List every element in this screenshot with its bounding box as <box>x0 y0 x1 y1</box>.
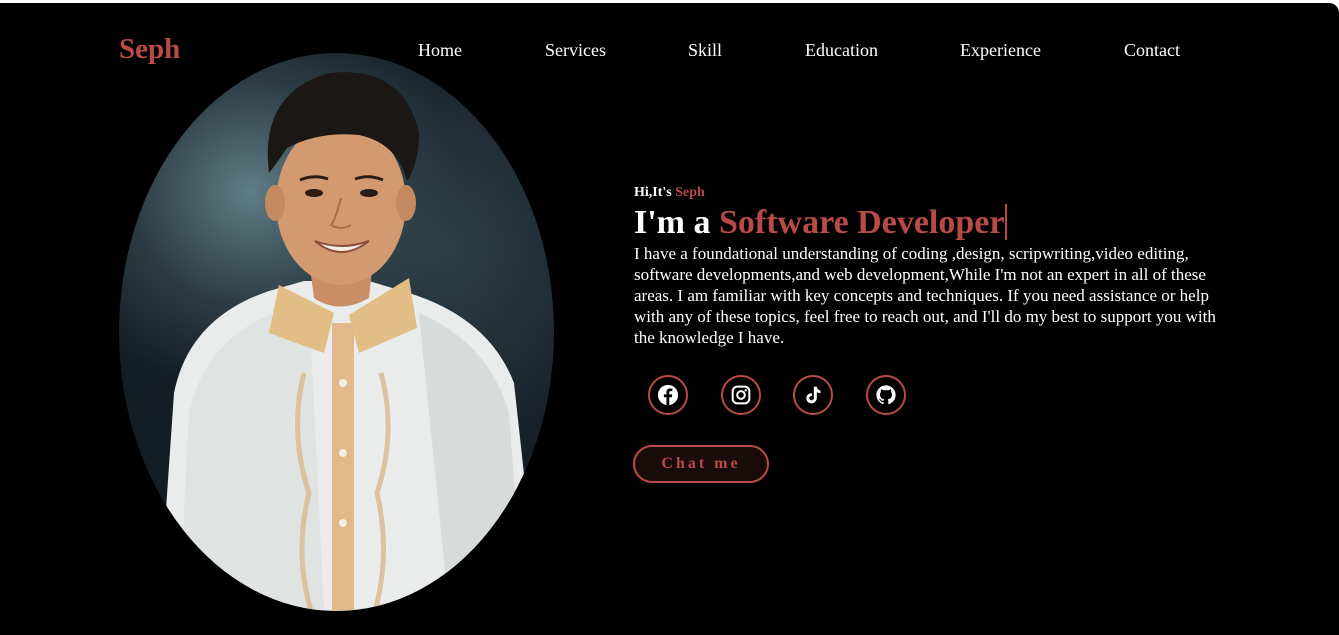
facebook-link[interactable] <box>648 375 688 415</box>
greeting: Hi,It's Seph <box>634 185 1234 201</box>
instagram-link[interactable] <box>721 375 761 415</box>
nav-education[interactable]: Education <box>805 40 878 61</box>
headline-role: Software Developer <box>719 204 1005 241</box>
nav-contact[interactable]: Contact <box>1124 40 1180 61</box>
page: Seph Home Services Skill Education Exper… <box>0 3 1339 635</box>
facebook-icon <box>657 384 679 406</box>
github-icon <box>876 385 896 405</box>
nav-skill[interactable]: Skill <box>688 40 722 61</box>
nav-services[interactable]: Services <box>545 40 606 61</box>
profile-photo <box>119 53 554 611</box>
description: I have a foundational understanding of c… <box>634 244 1216 347</box>
github-link[interactable] <box>866 375 906 415</box>
portrait-illustration <box>159 72 539 611</box>
typing-cursor <box>1005 204 1008 240</box>
tiktok-link[interactable] <box>793 375 833 415</box>
hero-section: Hi,It's Seph I'm a Software Developer I … <box>634 185 1234 348</box>
chat-me-button[interactable]: Chat me <box>633 445 769 483</box>
headline: I'm a Software Developer <box>634 203 1234 243</box>
nav-experience[interactable]: Experience <box>960 40 1041 61</box>
greeting-prefix: Hi,It's <box>634 185 676 200</box>
tiktok-icon <box>806 386 821 404</box>
greeting-name: Seph <box>675 185 705 200</box>
headline-prefix: I'm a <box>634 204 719 241</box>
instagram-icon <box>731 385 751 405</box>
